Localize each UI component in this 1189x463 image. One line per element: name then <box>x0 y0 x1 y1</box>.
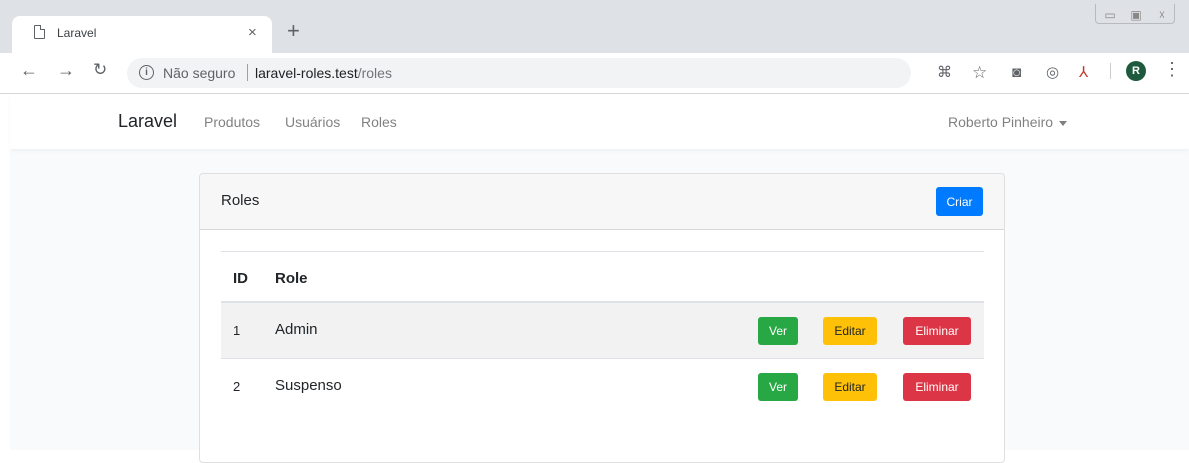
nav-link-roles[interactable]: Roles <box>361 114 397 130</box>
user-dropdown[interactable]: Roberto Pinheiro <box>948 114 1068 130</box>
menu-dots-icon[interactable]: ⋮ <box>1163 59 1181 79</box>
table-top-border <box>221 251 984 252</box>
caret-down-icon <box>1059 120 1068 126</box>
table-row: 2 Suspenso Ver Editar Eliminar <box>221 359 984 415</box>
roles-card: Roles Criar ID Role 1 Admin Ver Editar E… <box>199 173 1005 463</box>
back-arrow-icon[interactable]: ← <box>20 60 38 81</box>
new-tab-icon[interactable]: + <box>287 20 300 42</box>
card-header: Roles Criar <box>200 174 1004 230</box>
address-divider <box>247 64 248 81</box>
toolbar-divider <box>1110 63 1111 79</box>
cell-role: Admin <box>275 321 318 338</box>
url-path: /roles <box>357 65 392 81</box>
profile-avatar[interactable]: R <box>1126 61 1146 81</box>
pdf-extension-icon[interactable]: ⅄ <box>1079 65 1088 81</box>
page-content: Laravel Produtos Usuários Roles Roberto … <box>10 94 1189 463</box>
info-icon[interactable]: i <box>139 65 154 80</box>
browser-toolbar: ← → ↻ i Não seguro laravel-roles.test/ro… <box>0 53 1189 94</box>
app-navbar: Laravel Produtos Usuários Roles Roberto … <box>10 94 1189 149</box>
edit-button[interactable]: Editar <box>823 317 877 345</box>
header-id: ID <box>233 270 248 287</box>
translate-icon[interactable]: ⌘ <box>937 65 952 81</box>
delete-button[interactable]: Eliminar <box>903 317 971 345</box>
url-host: laravel-roles.test <box>255 65 358 81</box>
header-role: Role <box>275 270 308 287</box>
card-title: Roles <box>221 192 260 209</box>
forward-arrow-icon[interactable]: → <box>57 60 75 81</box>
cell-id: 2 <box>233 379 241 394</box>
maximize-icon[interactable]: ▣ <box>1123 8 1149 24</box>
view-button[interactable]: Ver <box>758 373 798 401</box>
create-button[interactable]: Criar <box>936 187 983 216</box>
nav-link-produtos[interactable]: Produtos <box>204 114 260 130</box>
cell-role: Suspenso <box>275 377 342 394</box>
minimize-icon[interactable]: ▭ <box>1097 8 1123 24</box>
window-controls: ▭ ▣ ☓ <box>1097 8 1175 24</box>
brand-link[interactable]: Laravel <box>118 111 177 132</box>
star-icon[interactable]: ☆ <box>972 64 987 81</box>
table-row: 1 Admin Ver Editar Eliminar <box>221 303 984 359</box>
camera-extension-icon[interactable]: ◙ <box>1012 65 1021 81</box>
delete-button[interactable]: Eliminar <box>903 373 971 401</box>
close-window-icon[interactable]: ☓ <box>1149 8 1175 24</box>
extension-circle-icon[interactable]: ◎ <box>1046 65 1059 81</box>
browser-chrome: Laravel × + ▭ ▣ ☓ ← → ↻ i Não seguro lar… <box>0 0 1189 94</box>
document-icon <box>34 25 45 39</box>
browser-tab[interactable]: Laravel × <box>12 16 272 53</box>
view-button[interactable]: Ver <box>758 317 798 345</box>
url-text[interactable]: laravel-roles.test/roles <box>255 65 392 81</box>
cell-id: 1 <box>233 323 241 338</box>
security-label: Não seguro <box>163 65 236 81</box>
tab-strip: Laravel × + ▭ ▣ ☓ <box>0 0 1189 53</box>
close-tab-icon[interactable]: × <box>248 24 257 41</box>
edit-button[interactable]: Editar <box>823 373 877 401</box>
tab-title: Laravel <box>57 26 97 40</box>
user-name: Roberto Pinheiro <box>948 114 1054 130</box>
address-bar[interactable]: i Não seguro laravel-roles.test/roles <box>127 58 911 88</box>
reload-icon[interactable]: ↻ <box>93 60 107 80</box>
nav-link-usuarios[interactable]: Usuários <box>285 114 340 130</box>
